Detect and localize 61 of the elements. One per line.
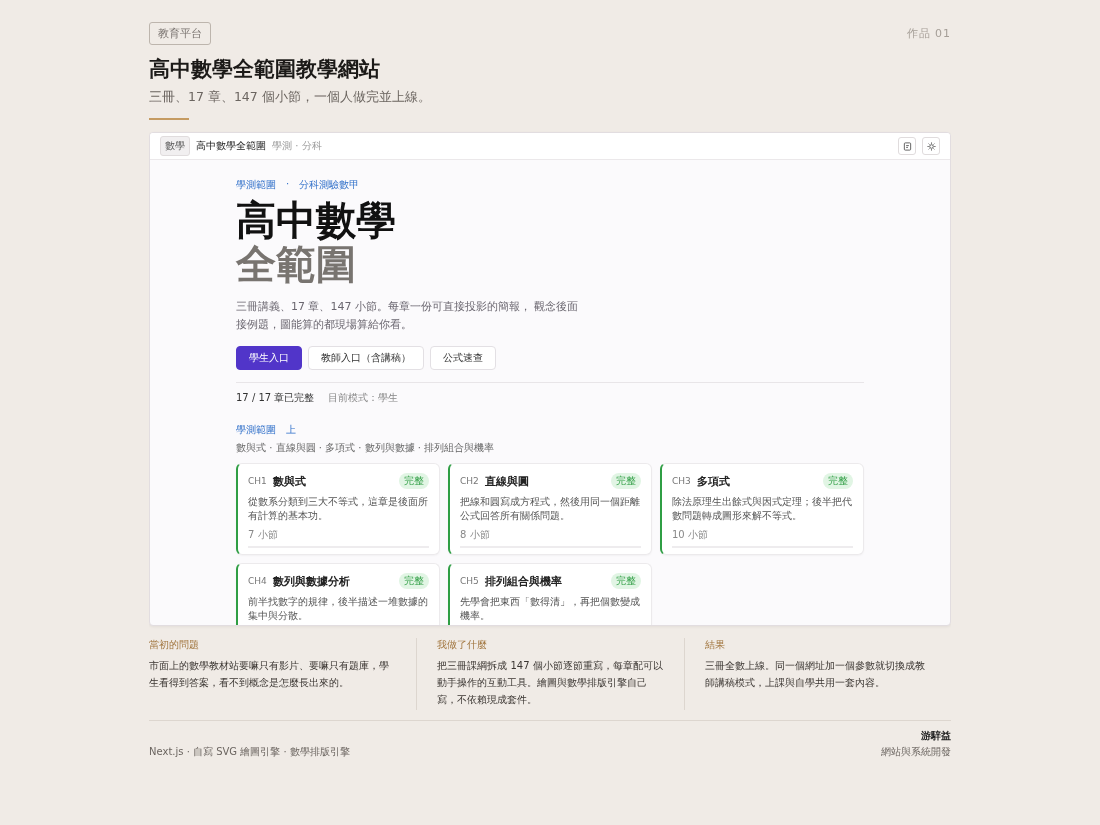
accent-rule [149, 118, 189, 120]
tech-stack: Next.js · 自寫 SVG 繪圖引擎 · 數學排版引擎 [149, 745, 350, 759]
status-badge: 完整 [611, 573, 641, 589]
chapter-title: 數與式 [272, 473, 307, 489]
chapter-code: CH1 [248, 476, 267, 486]
chapter-card[interactable]: CH2 直線與圓 完整 把線和圓寫成方程式，然後用同一個距離公式回答所有關係問題。 8 小節 [448, 463, 652, 555]
stat-text: 目前模式：學生 [328, 391, 399, 405]
status-badge: 完整 [399, 473, 429, 489]
author-role: 網站與系統開發 [881, 745, 951, 759]
column-heading: 我做了什麼 [437, 638, 489, 652]
section-count: 7 小節 [248, 528, 429, 548]
section-count: 10 小節 [672, 528, 853, 548]
sun-icon[interactable] [922, 137, 940, 155]
chapter-code: CH4 [248, 576, 267, 586]
secondary-button[interactable]: 教師入口（含講稿） [308, 346, 424, 370]
work-number: 作品 01 [906, 26, 951, 41]
author-name: 游騂益 [920, 729, 951, 743]
stat-text: 17 / 17 章已完整 [236, 391, 315, 405]
chapter-card[interactable]: CH3 多項式 完整 除法原理生出餘式與因式定理；後半把代數問題轉成圖形來解不等式。 10 小節 [660, 463, 864, 555]
chapter-code: CH2 [460, 476, 479, 486]
subject-badge: 數學 [160, 136, 190, 156]
column-text: 市面上的數學教材站要嘛只有影片、要嘛只有題庫，學生看得到答案，看不到概念是怎麼長出來的。 [149, 659, 390, 690]
site-subtitle: 學測 · 分科 [272, 139, 323, 153]
primary-button[interactable]: 學生入口 [236, 346, 302, 370]
status-badge: 完整 [823, 473, 853, 489]
notes-icon[interactable] [898, 137, 916, 155]
column-text: 三冊全數上線。同一個網址加一個參數就切換成教師講稿模式，上課與自學共用一套內容。 [704, 659, 926, 690]
chapter-code: CH3 [672, 476, 691, 486]
chapter-card[interactable]: CH1 數與式 完整 從數系分類到三大不等式，這章是後面所有計算的基本功。 7 小節 [236, 463, 440, 555]
secondary-button[interactable]: 公式速查 [430, 346, 496, 370]
chapter-card[interactable]: CH5 排列組合與機率 完整 先學會把東西「數得清」，再把個數變成機率。 [448, 563, 652, 625]
chapter-title: 排列組合與機率 [484, 573, 563, 589]
site-name: 高中數學全範圍 [196, 139, 266, 153]
chapter-description: 前半找數字的規律，後半描述一堆數據的集中與分散。 [248, 595, 429, 623]
category-tag: 教育平台 [149, 22, 211, 45]
topics-text: 數與式 · 直線與圓 · 多項式 · 數列與數據 · 排列組合與機率 [236, 441, 496, 455]
chapter-card[interactable]: CH4 數列與數據分析 完整 前半找數字的規律，後半描述一堆數據的集中與分散。 [236, 563, 440, 625]
chapter-description: 除法原理生出餘式與因式定理；後半把代數問題轉成圖形來解不等式。 [672, 495, 853, 523]
chapter-description: 先學會把東西「數得清」，再把個數變成機率。 [460, 595, 641, 623]
eyebrow-text: 學測範圍 [236, 178, 276, 192]
status-badge: 完整 [399, 573, 429, 589]
status-badge: 完整 [611, 473, 641, 489]
intro-text: 三冊講義、17 章、147 小節。每章一份可直接投影的簡報， 觀念後面接例題，圖能算的都現場算給你看。 [236, 299, 580, 333]
eyebrow-text: 分科測驗數甲 [299, 178, 360, 192]
chapter-description: 把線和圓寫成方程式，然後用同一個距離公式回答所有關係問題。 [460, 495, 641, 523]
eyebrow-text: · [286, 178, 290, 191]
hero-title: 全範圍 [236, 242, 357, 286]
section-count: 8 小節 [460, 528, 641, 548]
column-heading: 當初的問題 [149, 638, 200, 652]
column-heading: 結果 [704, 638, 726, 652]
column-text: 把三冊課綱拆成 147 個小節逐節重寫，每章配可以動手操作的互動工具。繪圖與數學排版引擎自己寫，不依賴現成套件。 [437, 659, 664, 707]
volume-label: 上 [286, 423, 296, 437]
page-subtitle: 三冊、17 章、147 個小節，一個人做完並上線。 [149, 89, 432, 106]
chapter-code: CH5 [460, 576, 479, 586]
hero-title: 高中數學 [236, 198, 397, 242]
chapter-title: 數列與數據分析 [272, 573, 351, 589]
chapter-description: 從數系分類到三大不等式，這章是後面所有計算的基本功。 [248, 495, 429, 523]
chapter-title: 多項式 [696, 473, 731, 489]
page-title: 高中數學全範圍教學網站 [149, 56, 381, 83]
section-title: 學測範圍 [236, 423, 276, 437]
chapter-title: 直線與圓 [484, 473, 530, 489]
